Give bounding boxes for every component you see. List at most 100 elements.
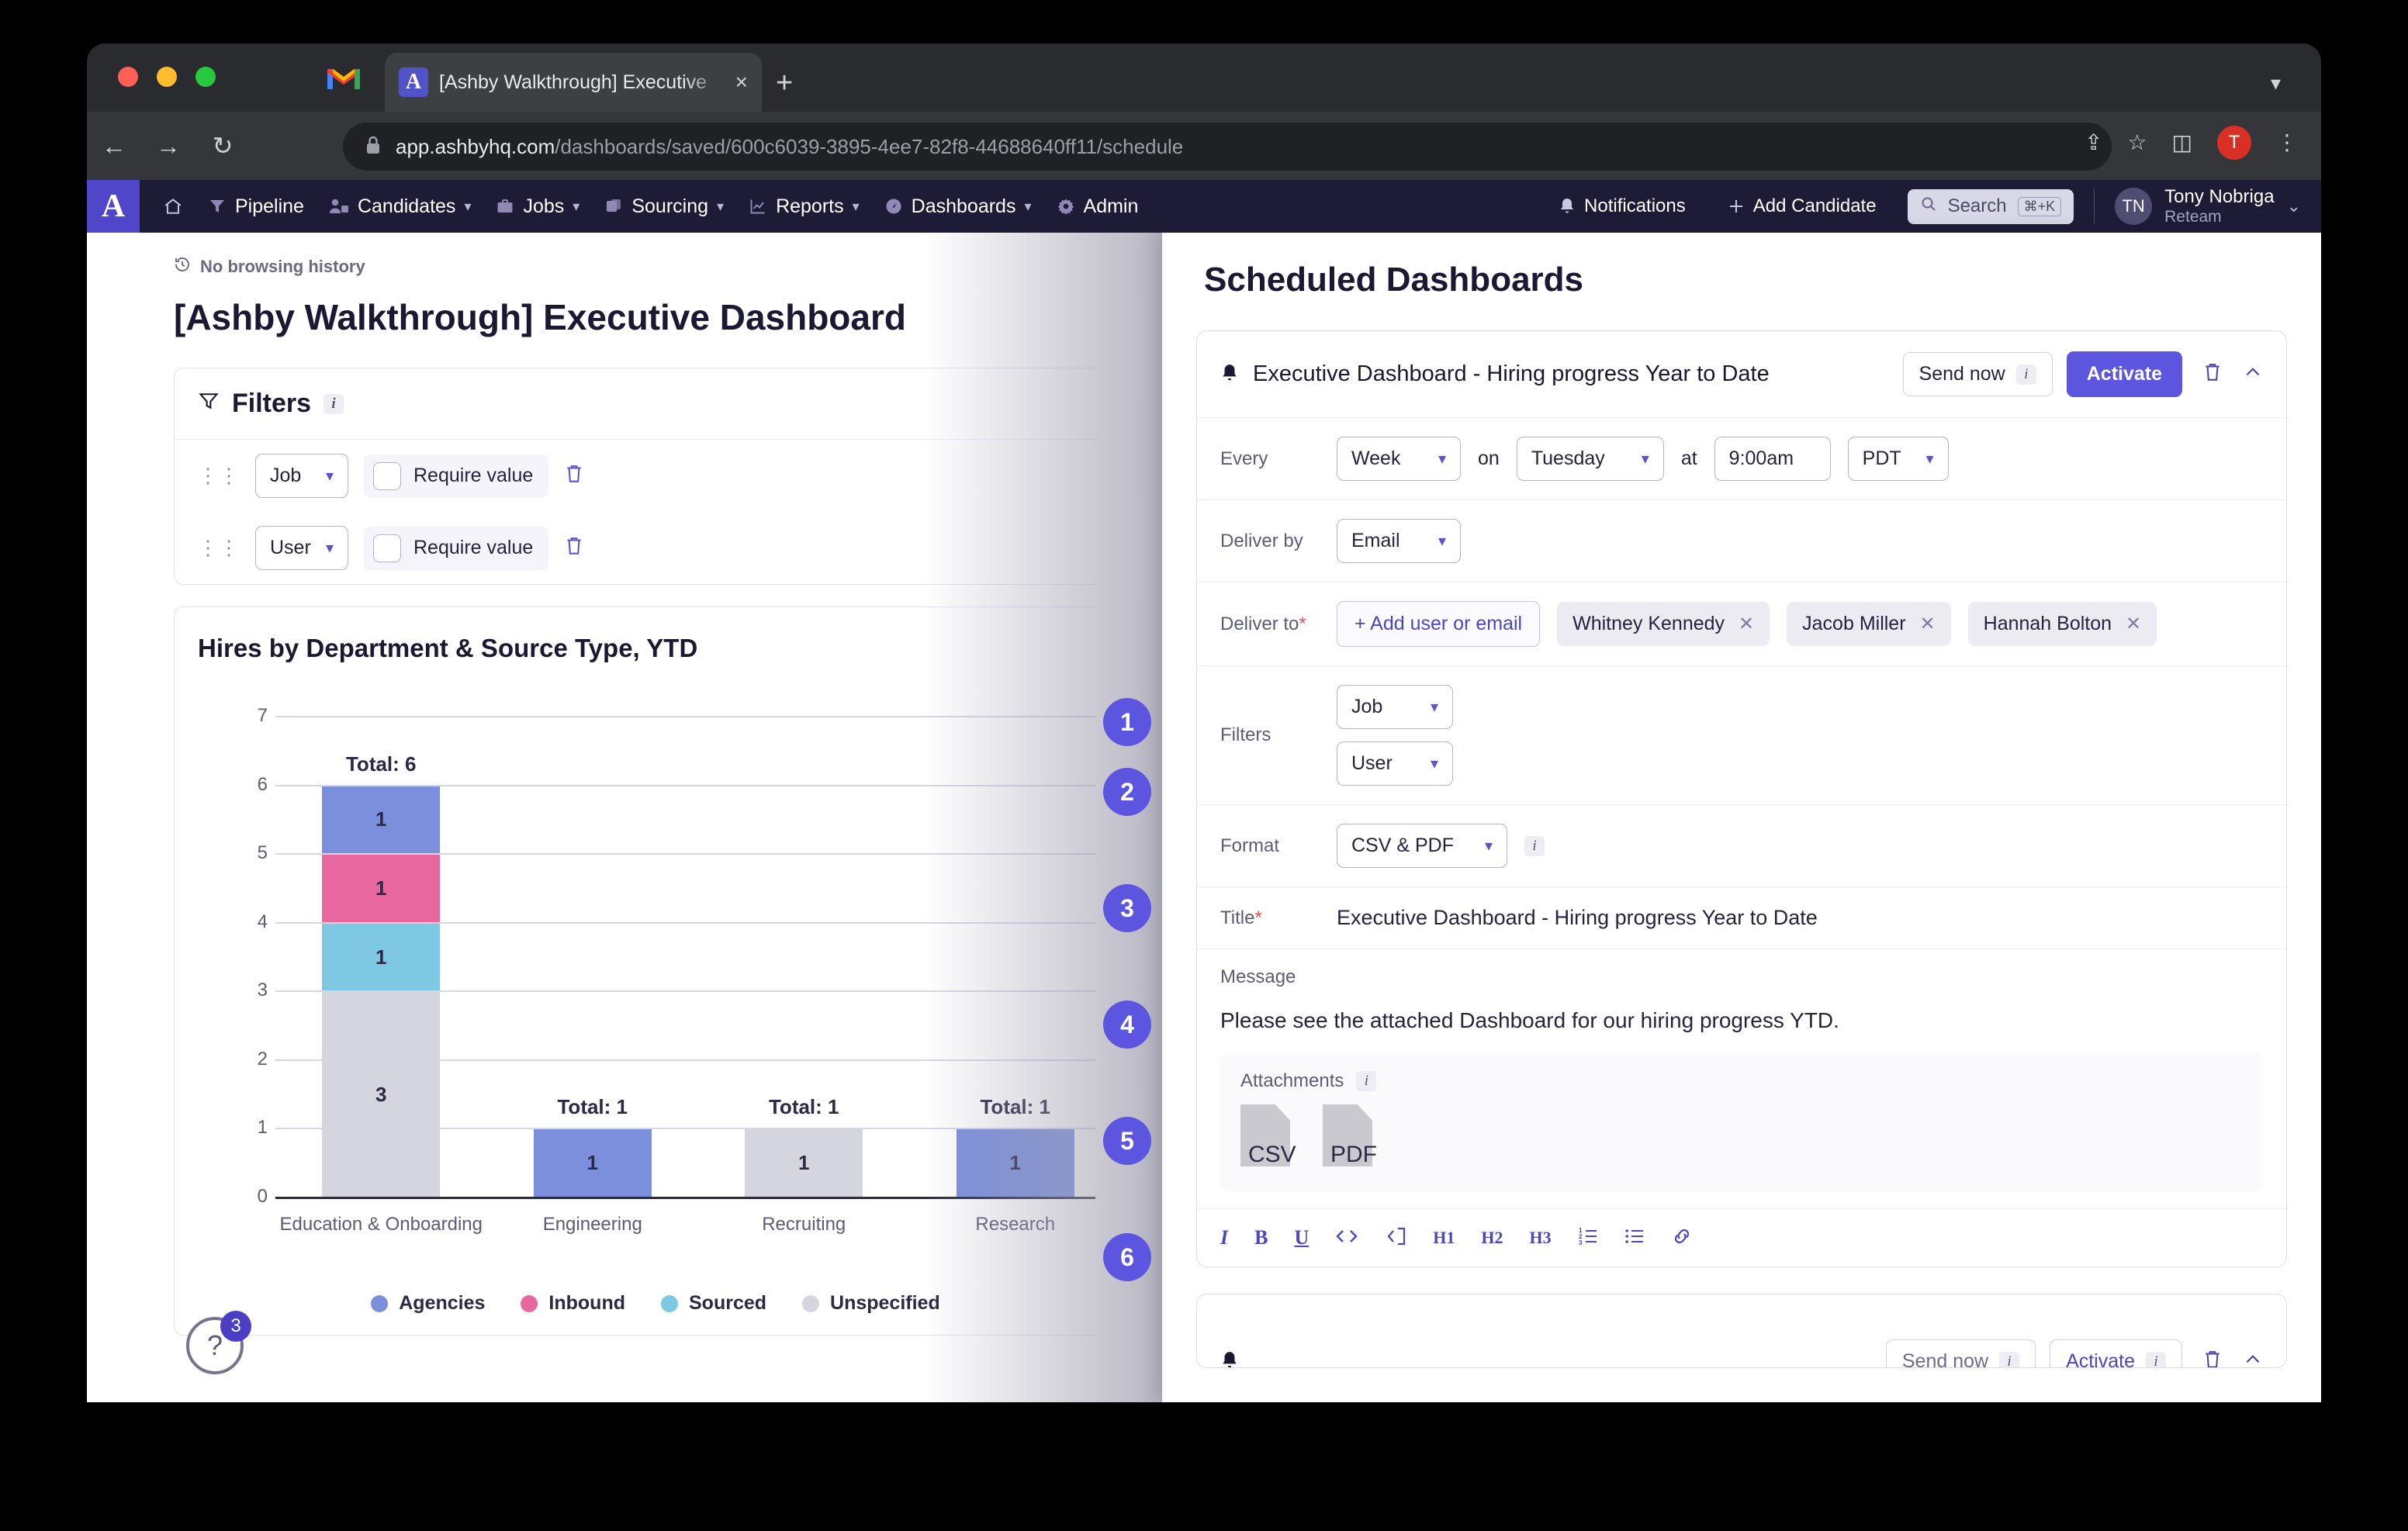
filter-field-select-job[interactable]: Job ▾ (255, 454, 348, 498)
message-input[interactable]: Please see the attached Dashboard for ou… (1220, 1008, 2263, 1033)
bar-segment[interactable]: 1 (322, 786, 441, 854)
nav-item-dashboards[interactable]: Dashboards ▾ (874, 189, 1043, 224)
schedule-filter-select-job[interactable]: Job ▾ (1337, 685, 1453, 729)
share-icon[interactable]: ⇪ (2085, 132, 2102, 154)
heading-2-icon[interactable]: H2 (1481, 1229, 1503, 1246)
info-icon[interactable]: i (323, 393, 344, 414)
help-button[interactable]: ? 3 (186, 1311, 251, 1374)
filter-field-select-user[interactable]: User ▾ (255, 526, 348, 570)
timezone-select[interactable]: PDT ▾ (1847, 437, 1949, 481)
send-now-button-partial[interactable]: Send now i (1885, 1339, 2036, 1367)
reload-button[interactable]: ↻ (195, 133, 250, 158)
attachment-pdf[interactable]: PDF (1323, 1104, 1397, 1171)
send-now-button[interactable]: Send now i (1902, 352, 2053, 396)
time-input[interactable]: 9:00am (1714, 437, 1831, 481)
remove-recipient-icon[interactable]: ✕ (1739, 613, 1754, 635)
italic-icon[interactable]: I (1220, 1228, 1228, 1248)
title-input[interactable]: Executive Dashboard - Hiring progress Ye… (1337, 906, 1818, 930)
code-icon[interactable] (1335, 1226, 1358, 1249)
info-icon[interactable]: i (1999, 1351, 2020, 1367)
attachment-csv[interactable]: CSV (1240, 1104, 1315, 1171)
legend-item[interactable]: Inbound (521, 1292, 625, 1315)
legend-item[interactable]: Agencies (371, 1292, 485, 1315)
delete-filter-icon[interactable] (564, 463, 584, 489)
new-tab-button[interactable]: + (776, 68, 793, 98)
activate-button-partial[interactable]: Activate i (2050, 1339, 2182, 1367)
nav-item-candidates[interactable]: Candidates ▾ (318, 189, 483, 224)
nav-item-home[interactable] (152, 190, 194, 223)
ashby-logo[interactable]: A (87, 180, 140, 233)
global-search-button[interactable]: Search ⌘+K (1907, 188, 2074, 224)
recipient-chip[interactable]: Jacob Miller ✕ (1787, 602, 1951, 646)
address-bar[interactable]: app.ashbyhq.com/dashboards/saved/600c603… (343, 123, 2112, 171)
nav-item-notifications[interactable]: Notifications (1548, 189, 1697, 223)
remove-recipient-icon[interactable]: ✕ (2126, 613, 2141, 635)
browser-tab[interactable]: A [Ashby Walkthrough] Executive × (385, 53, 762, 112)
browser-menu-icon[interactable]: ⋮ (2276, 132, 2298, 154)
activate-button[interactable]: Activate (2066, 351, 2182, 397)
chevron-up-icon[interactable] (2243, 362, 2263, 386)
info-icon[interactable]: i (1356, 1071, 1377, 1091)
close-tab-icon[interactable]: × (735, 71, 748, 93)
minimize-window-button[interactable] (157, 67, 177, 87)
user-menu[interactable]: TN Tony Nobriga Reteam ⌄ (2115, 186, 2301, 226)
browser-profile-avatar[interactable]: T (2217, 126, 2251, 160)
heading-3-icon[interactable]: H3 (1530, 1229, 1552, 1246)
recipient-chip[interactable]: Whitney Kennedy ✕ (1557, 602, 1770, 646)
require-value-toggle-job[interactable]: Require value (364, 454, 549, 498)
info-icon[interactable]: i (1524, 835, 1545, 856)
maximize-window-button[interactable] (195, 67, 216, 87)
bullet-list-icon[interactable] (1624, 1226, 1645, 1249)
require-value-checkbox[interactable] (373, 534, 401, 562)
link-icon[interactable] (1671, 1226, 1693, 1249)
drag-handle-icon[interactable]: ⋮⋮ (198, 537, 240, 558)
require-value-checkbox[interactable] (373, 461, 401, 490)
legend-item[interactable]: Unspecified (802, 1292, 940, 1315)
bar-group[interactable]: 1 (533, 1128, 652, 1197)
legend-item[interactable]: Sourced (661, 1292, 766, 1315)
day-select[interactable]: Tuesday ▾ (1516, 437, 1664, 481)
require-value-toggle-user[interactable]: Require value (364, 526, 549, 570)
format-select[interactable]: CSV & PDF ▾ (1337, 824, 1507, 868)
gmail-icon[interactable] (326, 64, 362, 91)
bar-segment[interactable]: 1 (533, 1129, 652, 1197)
info-icon[interactable]: i (2146, 1351, 2166, 1367)
bar-segment[interactable]: 1 (322, 855, 441, 922)
recipient-chip[interactable]: Hannah Bolton ✕ (1967, 602, 2157, 646)
chevron-up-icon[interactable] (2243, 1350, 2263, 1367)
add-user-or-email-button[interactable]: + Add user or email (1337, 601, 1541, 647)
back-button[interactable]: ← (87, 133, 141, 158)
drag-handle-icon[interactable]: ⋮⋮ (198, 465, 240, 486)
remove-recipient-icon[interactable]: ✕ (1920, 613, 1936, 635)
deliver-by-select[interactable]: Email ▾ (1337, 519, 1461, 563)
bar-group[interactable]: 1 (745, 1128, 863, 1197)
ordered-list-icon[interactable]: 123 (1578, 1226, 1598, 1249)
nav-item-admin[interactable]: Admin (1046, 189, 1150, 224)
bookmark-star-icon[interactable]: ☆ (2127, 132, 2147, 154)
bar-segment[interactable]: 1 (745, 1129, 863, 1197)
nav-item-jobs[interactable]: Jobs ▾ (485, 189, 590, 224)
close-window-button[interactable] (118, 67, 138, 87)
bar-segment[interactable]: 1 (956, 1129, 1074, 1197)
bar-group[interactable]: 3111 (322, 785, 441, 1197)
nav-item-add-candidate[interactable]: Add Candidate (1717, 189, 1887, 223)
nav-item-reports[interactable]: Reports ▾ (738, 189, 870, 224)
delete-filter-icon[interactable] (564, 535, 584, 561)
underline-icon[interactable]: U (1294, 1228, 1309, 1248)
bar-segment[interactable]: 1 (322, 923, 441, 991)
frequency-select[interactable]: Week ▾ (1337, 437, 1461, 481)
bar-segment[interactable]: 3 (322, 992, 441, 1197)
trash-icon[interactable] (2202, 361, 2223, 387)
chevron-down-icon[interactable]: ▾ (2271, 71, 2281, 95)
schedule-filter-select-user[interactable]: User ▾ (1337, 741, 1453, 786)
trash-icon[interactable] (2202, 1349, 2223, 1367)
nav-item-pipeline[interactable]: Pipeline (197, 189, 315, 224)
forward-button[interactable]: → (141, 133, 195, 158)
nav-item-sourcing[interactable]: Sourcing ▾ (593, 189, 735, 224)
heading-1-icon[interactable]: H1 (1433, 1229, 1455, 1246)
side-panel-icon[interactable]: ◫ (2172, 132, 2192, 154)
bar-group[interactable]: 1 (956, 1128, 1074, 1197)
code-block-icon[interactable] (1385, 1226, 1406, 1249)
info-icon[interactable]: i (2015, 364, 2036, 385)
bold-icon[interactable]: B (1254, 1228, 1268, 1248)
